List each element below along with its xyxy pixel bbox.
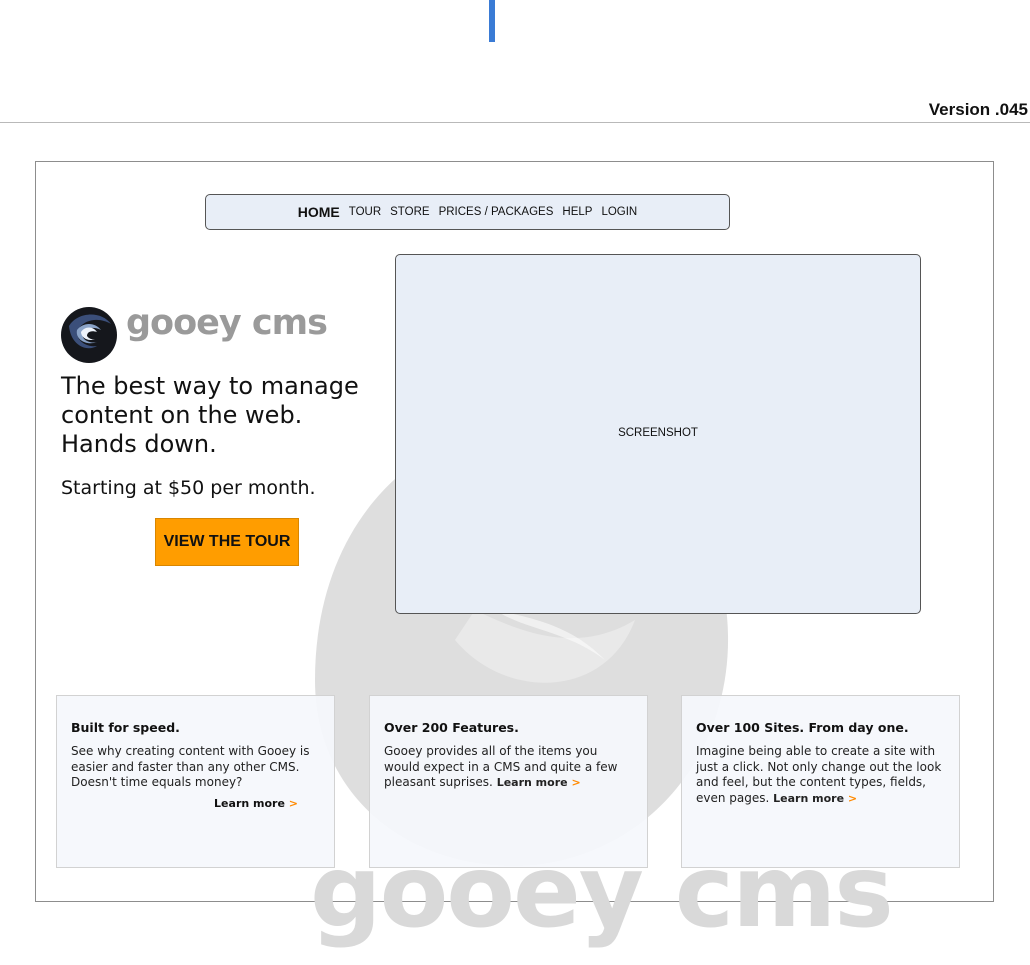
card-title: Over 100 Sites. From day one. bbox=[696, 720, 909, 735]
feature-card-sites: Over 100 Sites. From day one. Imagine be… bbox=[681, 695, 960, 868]
card-body: See why creating content with Gooey is e… bbox=[71, 744, 310, 789]
learn-more-link[interactable]: Learn more > bbox=[773, 792, 857, 805]
hero-price: Starting at $50 per month. bbox=[61, 477, 316, 499]
nav-tour[interactable]: TOUR bbox=[349, 206, 381, 218]
gooey-logo-icon bbox=[61, 307, 117, 363]
card-body: Gooey provides all of the items you woul… bbox=[384, 744, 618, 789]
view-tour-button[interactable]: VIEW THE TOUR bbox=[155, 518, 299, 566]
chevron-right-icon: > bbox=[571, 776, 581, 789]
nav-login[interactable]: LOGIN bbox=[601, 206, 637, 218]
chevron-right-icon: > bbox=[847, 791, 858, 805]
nav-store[interactable]: STORE bbox=[390, 206, 429, 218]
nav-prices-packages[interactable]: PRICES / PACKAGES bbox=[439, 206, 554, 218]
logo-wordmark: gooey cms bbox=[126, 303, 328, 343]
feature-card-speed: Built for speed. See why creating conten… bbox=[56, 695, 335, 868]
main-nav: HOME TOUR STORE PRICES / PACKAGES HELP L… bbox=[205, 194, 730, 230]
card-title: Built for speed. bbox=[71, 720, 180, 735]
nav-home[interactable]: HOME bbox=[298, 204, 340, 220]
text-cursor bbox=[489, 0, 495, 42]
card-title: Over 200 Features. bbox=[384, 720, 519, 735]
nav-help[interactable]: HELP bbox=[562, 206, 592, 218]
learn-more-link[interactable]: Learn more > bbox=[497, 776, 581, 789]
screenshot-placeholder: SCREENSHOT bbox=[395, 254, 921, 614]
learn-more-link[interactable]: Learn more > bbox=[214, 797, 298, 810]
divider bbox=[0, 122, 1030, 123]
version-label: Version .045 bbox=[928, 100, 1028, 119]
card-body: Imagine being able to create a site with… bbox=[696, 744, 942, 805]
hero-headline: The best way to manage content on the we… bbox=[61, 372, 359, 458]
feature-card-features: Over 200 Features. Gooey provides all of… bbox=[369, 695, 648, 868]
screenshot-label: SCREENSHOT bbox=[618, 426, 698, 439]
chevron-right-icon: > bbox=[288, 796, 298, 810]
